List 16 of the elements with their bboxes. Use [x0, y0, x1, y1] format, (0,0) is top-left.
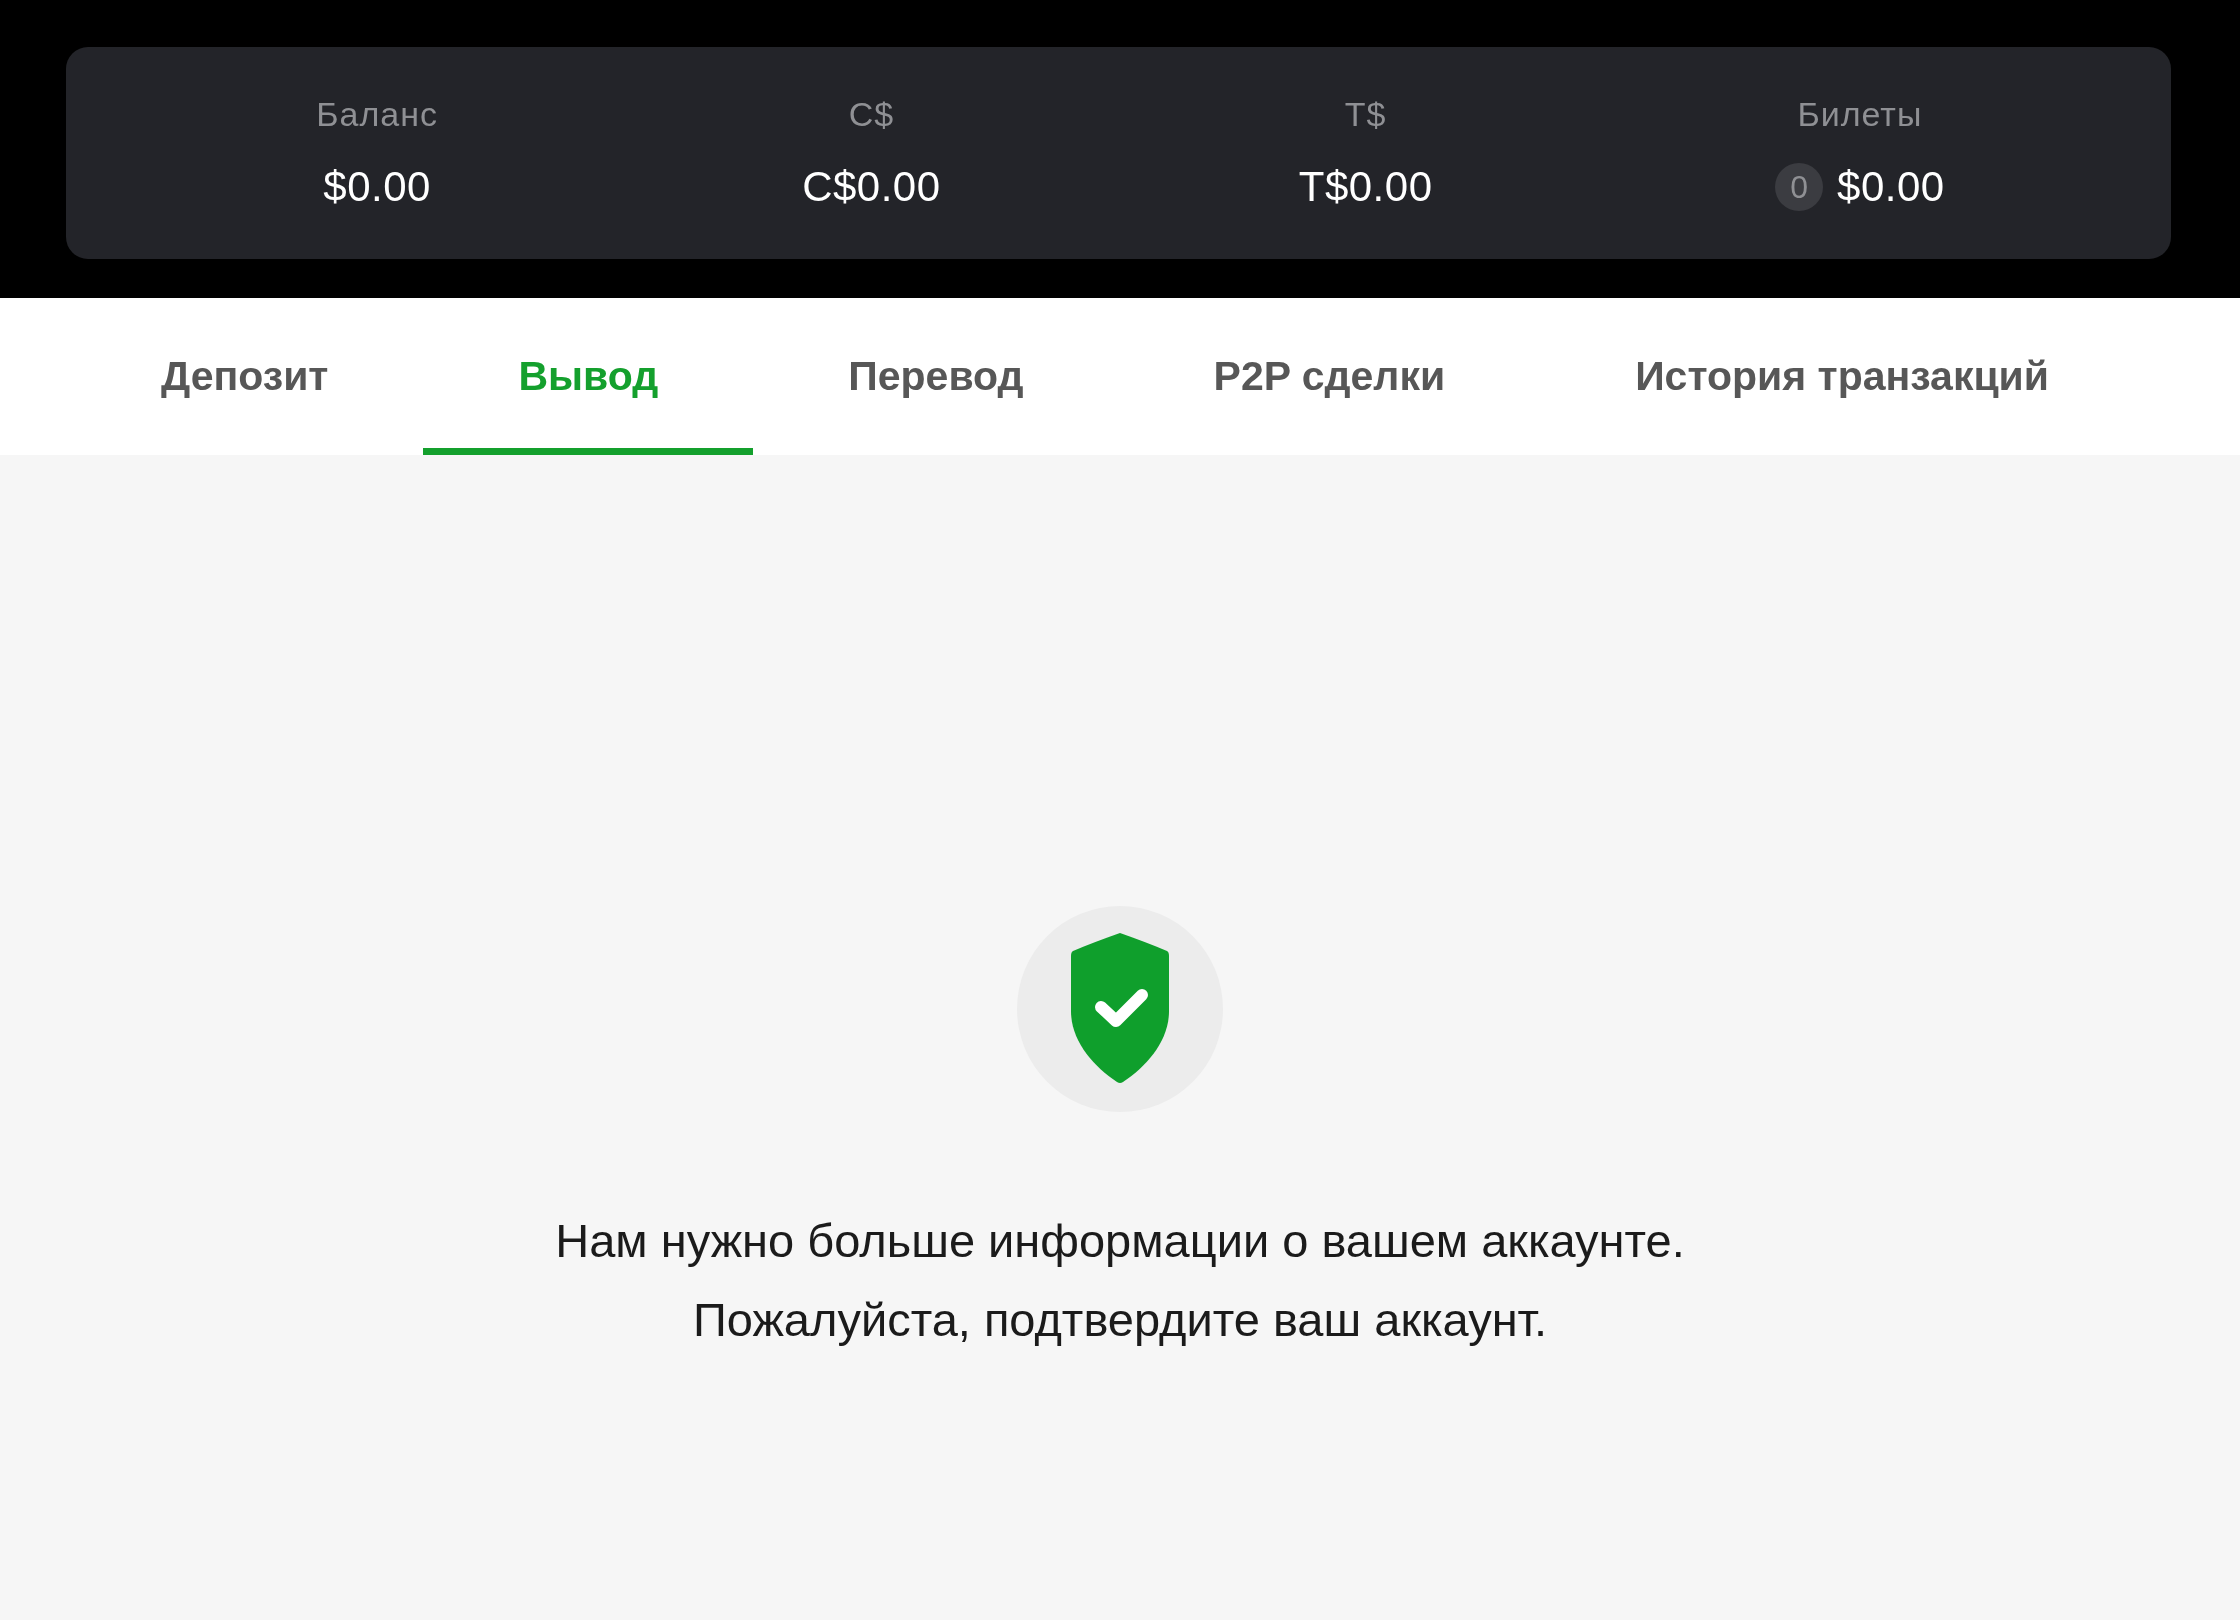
balance-value: C$0.00	[802, 162, 941, 212]
ticket-count-badge: 0	[1775, 163, 1824, 211]
balance-label: Баланс	[316, 94, 438, 134]
tab[interactable]: Перевод	[753, 298, 1119, 455]
balance-value: $0.00	[323, 162, 431, 212]
message-text: Пожалуйста, подтвердите ваш аккаунт.	[693, 1292, 1547, 1348]
tab[interactable]: История транзакций	[1540, 298, 2145, 455]
balance-label: C$	[848, 94, 895, 134]
balance-value: T$0.00	[1298, 162, 1433, 212]
balance-label: T$	[1344, 94, 1387, 134]
balance-label: Билеты	[1797, 94, 1923, 134]
balance-value: $0.00	[1837, 162, 1945, 212]
message-text: Нам нужно больше информации о вашем аккаунте.	[555, 1213, 1685, 1269]
tab[interactable]: Депозит	[66, 298, 424, 455]
tab[interactable]: P2P сделки	[1118, 298, 1541, 455]
shield-check-icon	[1017, 906, 1223, 1112]
